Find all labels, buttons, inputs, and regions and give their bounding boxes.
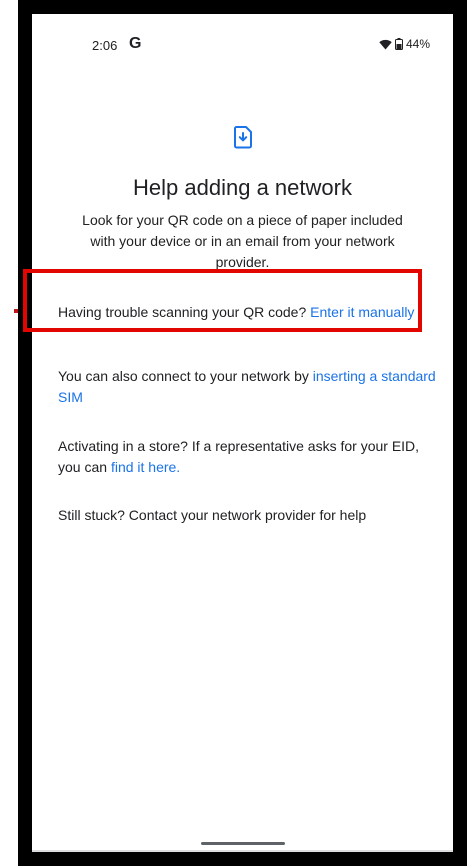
battery-icon — [394, 38, 403, 50]
battery-percent: 44% — [405, 37, 430, 51]
help-item-still-stuck: Still stuck? Contact your network provid… — [58, 507, 367, 523]
page-subtitle: Look for your QR code on a piece of pape… — [82, 212, 403, 270]
page-title: Help adding a network — [133, 175, 352, 200]
help-item-eid: Activating in a store? If a representati… — [58, 436, 443, 478]
help-item-text: You can also connect to your network by — [58, 368, 313, 384]
help-item-standard-sim: You can also connect to your network by … — [58, 366, 443, 408]
canvas: 2:06 G 44% Help adding a network Look fo… — [0, 0, 475, 866]
find-eid-link[interactable]: find it here. — [111, 459, 180, 475]
phone-frame: 2:06 G 44% Help adding a network Look fo… — [18, 0, 467, 866]
status-bar: 2:06 G 44% — [32, 14, 453, 66]
google-icon: G — [129, 35, 142, 52]
home-indicator[interactable] — [200, 842, 285, 845]
sim-download-icon — [230, 124, 256, 150]
bottom-divider — [32, 850, 453, 852]
wifi-icon — [379, 39, 392, 50]
screen: 2:06 G 44% Help adding a network Look fo… — [32, 14, 453, 852]
status-time: 2:06 — [92, 38, 118, 53]
status-icons: 44% — [379, 37, 430, 51]
highlight-box — [23, 269, 422, 332]
